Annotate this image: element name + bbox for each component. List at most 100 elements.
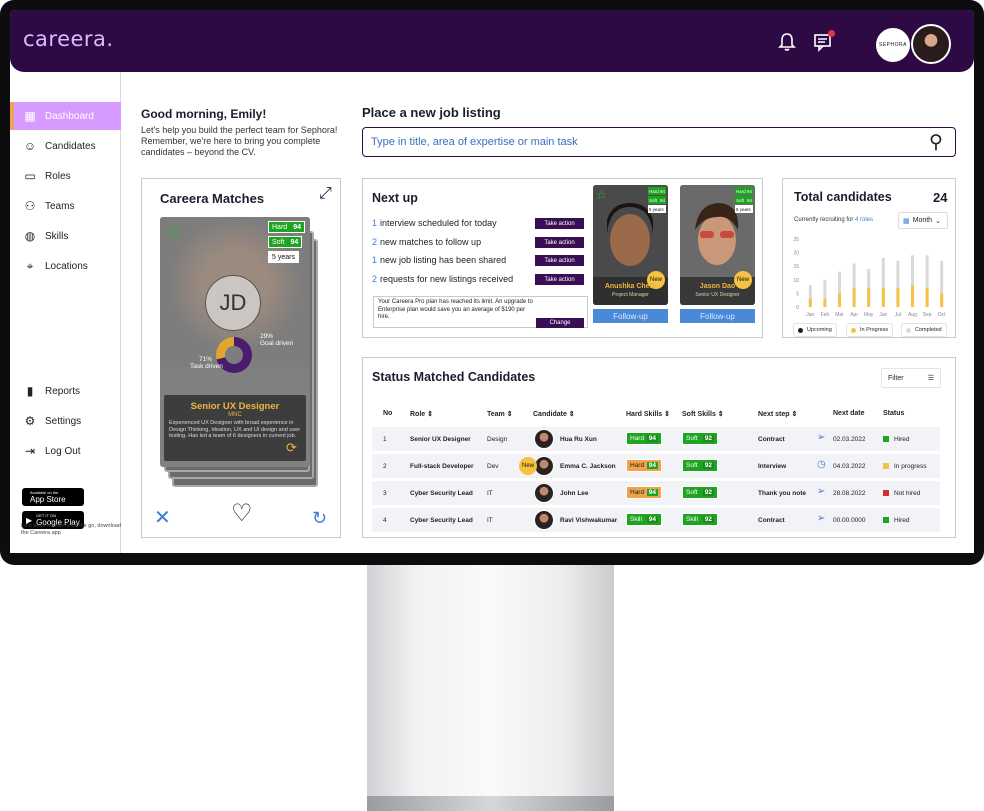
legend-label: Upcoming xyxy=(807,327,832,333)
star-icon[interactable]: ☆ xyxy=(165,221,181,242)
table-row[interactable]: 3 Cyber Security Lead IT John Lee Hard 94… xyxy=(372,481,940,505)
cell-candidate[interactable]: Emma C. Jackson xyxy=(560,463,616,470)
sidebar-item-settings[interactable]: ⚙ Settings xyxy=(10,407,121,435)
legend-in-progress: In Progress xyxy=(846,323,894,337)
job-search-input[interactable]: Type in title, area of expertise or main… xyxy=(362,127,956,157)
sliders-icon: ☰ xyxy=(927,375,934,382)
soft-mini-pill: Soft 94 xyxy=(735,196,753,204)
plan-limit-text: Your Careera Pro plan has reached its li… xyxy=(378,299,533,320)
search-icon[interactable]: ⚲ xyxy=(929,131,943,154)
table-row[interactable]: 4 Cyber Security Lead IT Ravi Vishwakuma… xyxy=(372,508,940,532)
sidebar-item-locations[interactable]: ⌖ Locations xyxy=(10,252,121,280)
experience-pill: 5 years xyxy=(268,251,299,263)
follow-up-button[interactable]: Follow-up xyxy=(680,309,755,323)
total-candidates-count: 24 xyxy=(933,190,948,205)
take-action-button[interactable]: Take action xyxy=(535,218,584,229)
candidate-card-anushka[interactable]: ☆ Hard 94 Soft 94 5 years New Anushka Chet… xyxy=(593,185,668,305)
company-logo-avatar[interactable]: SEPHORA xyxy=(874,26,912,64)
send-icon[interactable]: ➢ xyxy=(817,513,825,524)
clock-icon[interactable]: ◷ xyxy=(817,459,826,470)
sidebar-item-reports[interactable]: ▮ Reports xyxy=(10,377,121,405)
sidebar-item-teams[interactable]: ⚇ Teams xyxy=(10,192,121,220)
col-header-team[interactable]: Team ⇕ xyxy=(487,410,513,418)
period-select[interactable]: ▦ Month ⌄ xyxy=(898,212,948,229)
calendar-icon: ▦ xyxy=(903,217,910,225)
cell-candidate[interactable]: Ravi Vishwakumar xyxy=(560,517,617,524)
take-action-button[interactable]: Take action xyxy=(535,274,584,285)
sidebar-item-label: Locations xyxy=(45,260,88,272)
change-plan-button[interactable]: Change xyxy=(536,318,584,328)
header-label: Hard Skills xyxy=(626,411,663,418)
sidebar-item-candidates[interactable]: ☺ Candidates xyxy=(10,132,121,160)
cell-no: 1 xyxy=(383,436,387,443)
cell-role: Cyber Security Lead xyxy=(410,517,473,524)
candidate-card-jason[interactable]: Hard 94 Soft 94 5 years New Jason Dao Seni… xyxy=(680,185,755,305)
col-header-hard-skills[interactable]: Hard Skills ⇕ xyxy=(626,410,670,418)
total-candidates-card: Total candidates 24 Currently recruiting… xyxy=(782,178,956,338)
cell-role: Senior UX Designer xyxy=(410,436,471,443)
table-row[interactable]: 2 Full-stack Developer Dev New Emma C. J… xyxy=(372,454,940,478)
task-pct: 71% xyxy=(198,356,212,363)
row-text: interview scheduled for today xyxy=(380,218,497,228)
sidebar-item-roles[interactable]: ▭ Roles xyxy=(10,162,121,190)
take-action-button[interactable]: Take action xyxy=(535,237,584,248)
row-count: 1 xyxy=(372,255,378,265)
skill-score: 92 xyxy=(702,435,714,442)
col-header-candidate[interactable]: Candidate ⇕ xyxy=(533,410,575,418)
cell-candidate[interactable]: John Lee xyxy=(560,490,589,497)
app-store-badge[interactable]: Available on the App Store xyxy=(22,488,84,506)
skill-score: 94 xyxy=(646,489,658,496)
sidebar-item-label: Dashboard xyxy=(45,110,94,122)
monitor-stand xyxy=(367,565,614,796)
y-tick-label: 10 xyxy=(793,278,799,284)
skill-label: Skill xyxy=(686,516,698,523)
soft-mini-pill: Soft 94 xyxy=(648,196,666,204)
skill-score: 92 xyxy=(702,462,714,469)
col-header-role[interactable]: Role ⇕ xyxy=(410,410,433,418)
send-icon[interactable]: ➢ xyxy=(817,432,825,443)
refresh-icon[interactable]: ↻ xyxy=(312,508,327,528)
cell-no: 4 xyxy=(383,517,387,524)
candidate-name: Anushka Chetti xyxy=(604,283,657,290)
soft-score: 94 xyxy=(290,238,299,246)
cell-candidate[interactable]: Hua Ru Xun xyxy=(560,436,597,443)
soft-skill-badge: Soft 92 xyxy=(682,459,718,472)
sidebar-item-logout[interactable]: ⇥ Log Out xyxy=(10,437,121,465)
sidebar-item-skills[interactable]: ◍ Skills xyxy=(10,222,121,250)
follow-up-button[interactable]: Follow-up xyxy=(593,309,668,323)
roles-link[interactable]: 4 roles xyxy=(855,217,873,223)
cell-role: Cyber Security Lead xyxy=(410,490,473,497)
sidebar-item-label: Roles xyxy=(45,170,71,182)
filter-button[interactable]: Filter ☰ xyxy=(881,368,941,388)
bell-icon[interactable] xyxy=(778,32,796,52)
star-icon[interactable]: ☆ xyxy=(596,188,607,202)
hard-label: Hard xyxy=(272,223,288,231)
expand-icon[interactable]: ⤢ xyxy=(319,185,332,203)
candidate-avatar xyxy=(534,483,554,503)
col-header-no: No xyxy=(383,410,393,417)
candidate-company: MNC xyxy=(228,412,242,418)
cell-next-date: 04.03.2022 xyxy=(833,463,866,470)
x-tick-label: Aug xyxy=(908,312,917,318)
hard-mini-pill: Hard 94 xyxy=(735,187,753,195)
next-up-row: 2 requests for new listings received xyxy=(372,274,513,284)
app-download-note: Find team members on the go, download th… xyxy=(21,523,121,536)
col-header-next-step[interactable]: Next step ⇕ xyxy=(758,410,797,418)
take-action-button[interactable]: Take action xyxy=(535,255,584,266)
app-logo[interactable]: careera. xyxy=(23,27,114,51)
reject-x-icon[interactable]: ✕ xyxy=(154,508,171,528)
candidate-initials-avatar: JD xyxy=(205,275,261,331)
bar-in-progress xyxy=(881,287,885,307)
match-candidate-card[interactable]: ☆ Hard 94 Soft 94 5 years JD 29% Goal drive… xyxy=(160,217,310,467)
candidate-avatar xyxy=(534,429,554,449)
col-header-soft-skills[interactable]: Soft Skills ⇕ xyxy=(682,410,724,418)
heart-icon[interactable]: ♡ xyxy=(231,502,253,526)
send-icon[interactable]: ➢ xyxy=(817,486,825,497)
status-dot xyxy=(883,490,889,496)
total-candidates-title: Total candidates xyxy=(794,190,892,204)
skill-label: Hard xyxy=(630,489,645,496)
sidebar-item-dashboard[interactable]: ▦ Dashboard xyxy=(10,102,121,130)
user-avatar[interactable] xyxy=(911,24,951,64)
table-row[interactable]: 1 Senior UX Designer Design Hua Ru Xun H… xyxy=(372,427,940,451)
swap-icon[interactable]: ⟳ xyxy=(286,440,297,456)
